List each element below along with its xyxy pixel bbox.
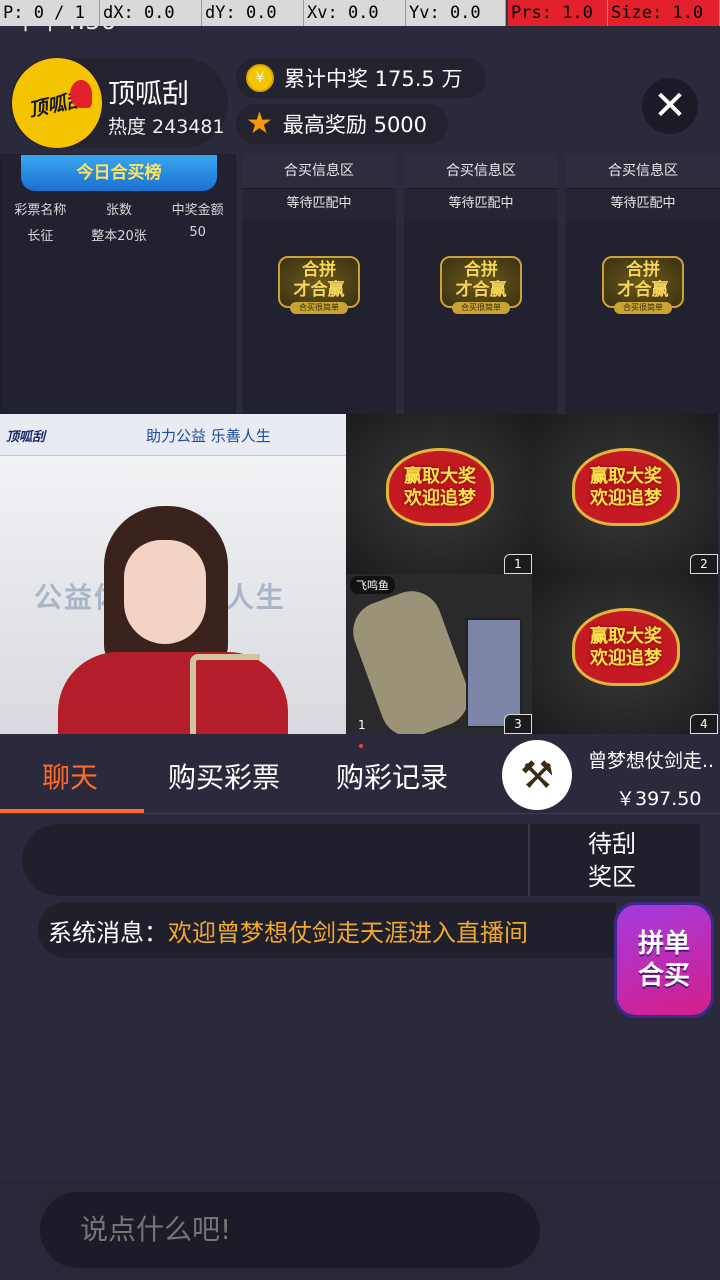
debug-dx: dX: 0.0 [100, 0, 202, 26]
info-panel-status: 等待匹配中 [242, 188, 396, 218]
badge-subtext: 合买很简单 [614, 302, 672, 314]
video-logo: 顶呱刮 [6, 430, 46, 445]
group-buy-button[interactable]: 拼单合买 [614, 902, 714, 1018]
system-message-text: 欢迎曾梦想仗剑走天涯进入直播间 [168, 918, 528, 947]
tab-buy-lottery[interactable]: 购买彩票 [168, 756, 280, 796]
chat-input[interactable] [40, 1192, 540, 1268]
info-panel-1[interactable]: 合买信息区 等待匹配中 合拼 才合赢 合买很简单 [242, 154, 396, 414]
tile-text: 赢取大奖 欢迎追梦 [590, 626, 662, 669]
status-bar: 下午4:56 100% P: 0 / 1 dX: 0.0 dY: 0.0 Xv:… [0, 0, 720, 35]
live-video[interactable]: 顶呱刮 助力公益 乐善人生 公益体彩 乐善人生 [0, 414, 346, 734]
coin-icon: ¥ [246, 64, 274, 92]
tab-chat[interactable]: 聊天 [42, 756, 98, 796]
tab-bar: 聊天 购买彩票 购彩记录 ⚒ 曾梦想仗剑走.. ￥397.50 [0, 734, 720, 814]
rank-cell-name: 长征 [27, 229, 54, 244]
divider [528, 824, 530, 896]
group-buy-badge: 合拼 才合赢 合买很简单 [274, 246, 364, 316]
group-buy-badge: 合拼 才合赢 合买很简单 [598, 246, 688, 316]
rank-cell-count: 整本20张 [91, 229, 147, 244]
video-tile-4[interactable]: 赢取大奖 欢迎追梦 4 [532, 574, 718, 734]
badge-text: 合拼 才合赢 [293, 260, 345, 300]
rank-title: 今日合买榜 [21, 155, 217, 191]
info-panel-status: 等待匹配中 [404, 188, 558, 218]
room-header: 顶呱刮 顶呱刮 热度 243481 ¥ 累计中奖 175.5 万 ★ 最高奖励 … [0, 48, 720, 152]
top-gifter-name: 曾梦想仗剑走.. [588, 750, 715, 772]
tab-purchase-records[interactable]: 购彩记录 [336, 756, 448, 796]
rank-cell-amount: 50 [189, 225, 206, 240]
video-tile-3[interactable]: 飞鸣鱼 1 3 [346, 574, 532, 734]
group-buy-label: 拼单合买 [637, 929, 690, 991]
hand-image [346, 582, 478, 734]
max-prize: 最高奖励 5000 [282, 113, 428, 137]
badge-subtext: 合买很简单 [290, 302, 348, 314]
tile-text: 赢取大奖 欢迎追梦 [590, 466, 662, 509]
max-prize-pill: ★ 最高奖励 5000 [236, 104, 448, 144]
badge-text: 合拼 才合赢 [617, 260, 669, 300]
total-prize: 累计中奖 175.5 万 [284, 67, 463, 91]
tile-number: 2 [690, 554, 718, 574]
close-icon: ✕ [653, 83, 687, 129]
badge-subtext: 合买很简单 [452, 302, 510, 314]
tile-number: 3 [504, 714, 532, 734]
tile-number: 1 [504, 554, 532, 574]
info-panel-status: 等待匹配中 [566, 188, 720, 218]
tile-number: 4 [690, 714, 718, 734]
microphone-stand [190, 654, 260, 734]
divider [0, 813, 720, 814]
badge-text: 合拼 才合赢 [455, 260, 507, 300]
debug-size: Size: 1.0 [608, 0, 720, 26]
group-buy-badge: 合拼 才合赢 合买很简单 [436, 246, 526, 316]
top-gifter-avatar[interactable]: ⚒ [502, 740, 572, 810]
info-panel-title: 合买信息区 [242, 154, 396, 188]
rank-header: 彩票名称 张数 中奖金额 [1, 199, 237, 218]
host-avatar[interactable]: 顶呱刮 [12, 58, 102, 148]
tile-tag: 飞鸣鱼 [350, 576, 395, 594]
host-heat: 热度 243481 [108, 116, 225, 138]
lottery-card-image [466, 618, 522, 728]
system-message: 系统消息： 欢迎曾梦想仗剑走天涯进入直播间 [38, 902, 616, 958]
host-info[interactable]: 顶呱刮 顶呱刮 热度 243481 [10, 58, 228, 148]
tile-number-left: 1 [358, 718, 366, 732]
video-banner: 顶呱刮 助力公益 乐善人生 [0, 414, 346, 456]
video-slogan: 助力公益 乐善人生 [146, 427, 271, 445]
info-panel-title: 合买信息区 [566, 154, 720, 188]
bottom-bar [0, 1180, 720, 1280]
info-panel-2[interactable]: 合买信息区 等待匹配中 合拼 才合赢 合买很简单 [404, 154, 558, 414]
rank-panel: 今日合买榜 彩票名称 张数 中奖金额 长征 整本20张 50 [0, 154, 236, 414]
debug-xv: Xv: 0.0 [304, 0, 406, 26]
rank-header-count: 张数 [106, 203, 133, 218]
rank-header-name: 彩票名称 [14, 203, 67, 218]
star-icon: ★ [246, 106, 273, 141]
debug-yv: Yv: 0.0 [406, 0, 506, 26]
tile-text: 赢取大奖 欢迎追梦 [404, 466, 476, 509]
video-tile-1[interactable]: 赢取大奖 欢迎追梦 1 [346, 414, 532, 574]
debug-pressure: Prs: 1.0 [508, 0, 608, 26]
close-button[interactable]: ✕ [642, 78, 698, 134]
logo-swirl-icon [70, 80, 92, 108]
video-tile-2[interactable]: 赢取大奖 欢迎追梦 2 [532, 414, 718, 574]
info-panel-title: 合买信息区 [404, 154, 558, 188]
debug-dy: dY: 0.0 [202, 0, 304, 26]
notification-dot [359, 744, 363, 748]
rank-header-amount: 中奖金额 [171, 203, 224, 218]
axe-icon: ⚒ [519, 753, 555, 797]
debug-pointer: P: 0 / 1 [0, 0, 100, 26]
system-message-label: 系统消息： [48, 918, 168, 947]
info-panel-3[interactable]: 合买信息区 等待匹配中 合拼 才合赢 合买很简单 [566, 154, 720, 414]
info-panels: 今日合买榜 彩票名称 张数 中奖金额 长征 整本20张 50 合买信息区 等待匹… [0, 152, 720, 414]
table-row: 长征 整本20张 50 [1, 225, 237, 244]
total-prize-pill: ¥ 累计中奖 175.5 万 [236, 58, 486, 98]
host-name: 顶呱刮 [108, 79, 189, 110]
top-gifter-amount: ￥397.50 [616, 788, 702, 810]
scratch-area-label[interactable]: 待刮奖区 [588, 828, 648, 894]
